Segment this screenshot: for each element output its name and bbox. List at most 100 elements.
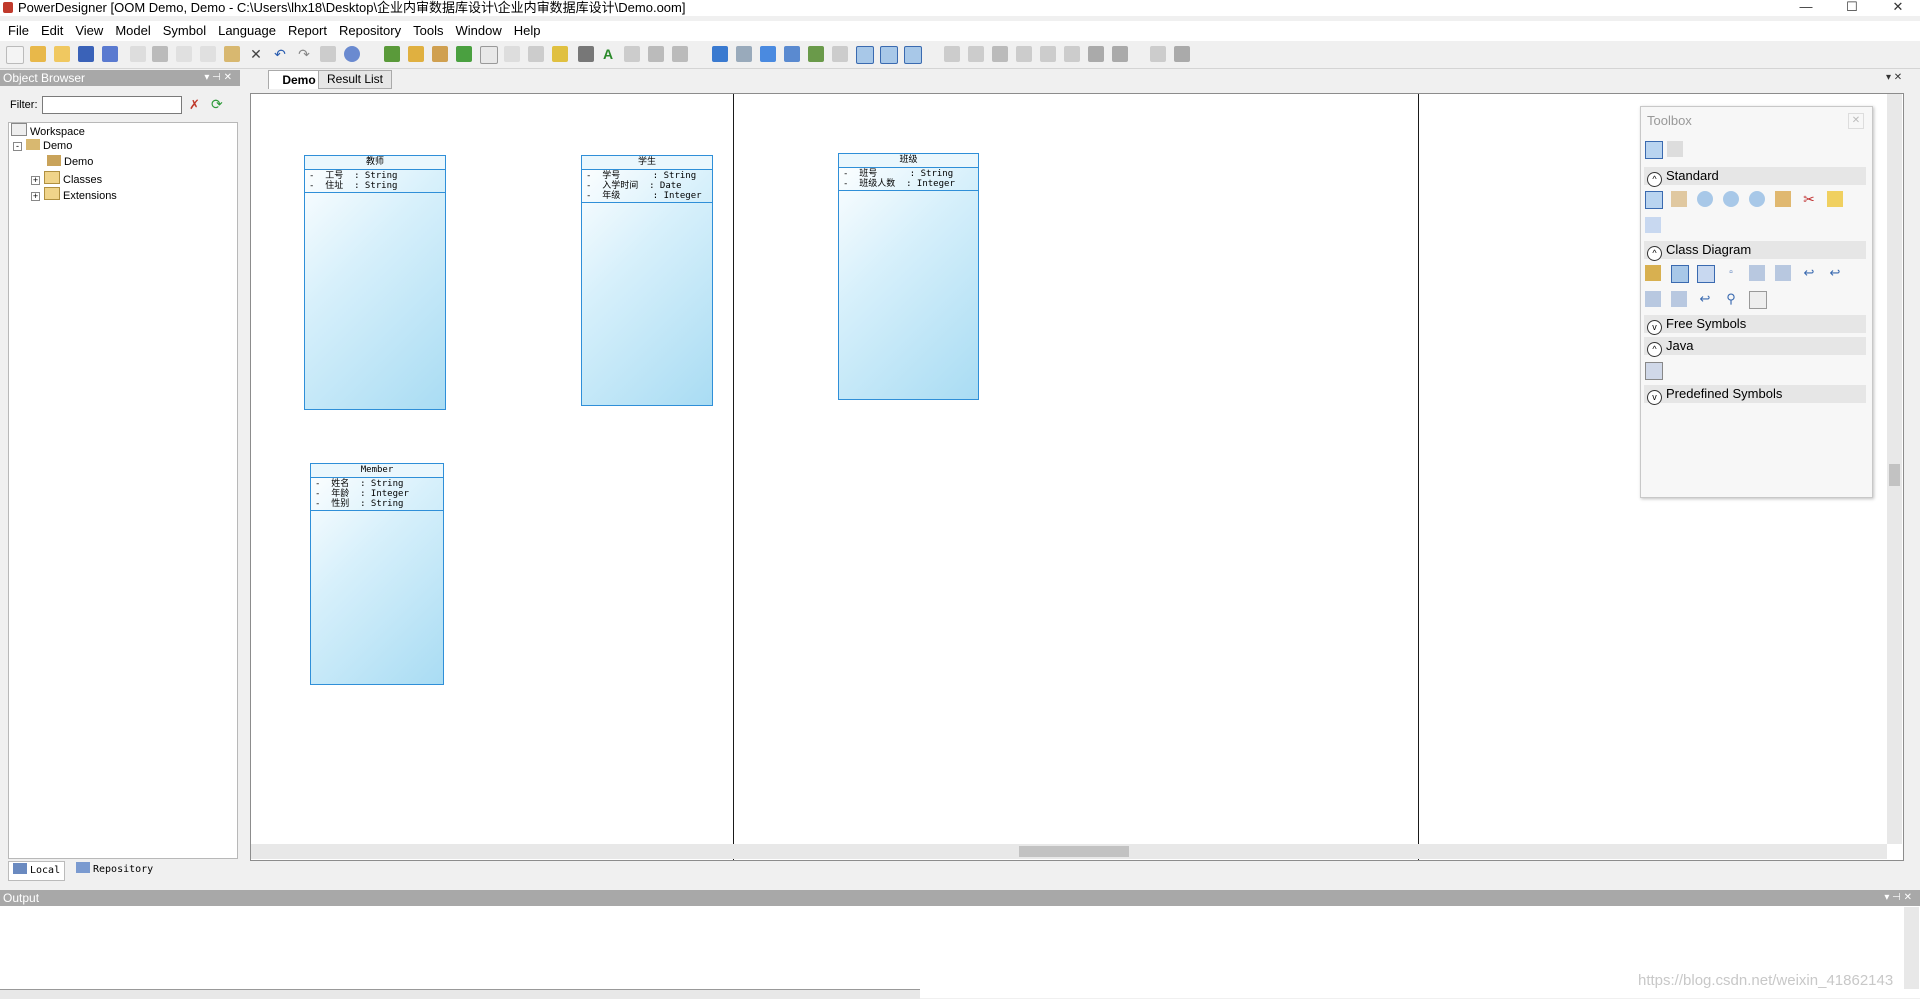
align-right-icon[interactable] [992,46,1008,62]
menu-report[interactable]: Report [282,21,333,41]
class-icon[interactable] [1671,265,1689,283]
menu-language[interactable]: Language [212,21,282,41]
delete-icon[interactable]: ✂ [1801,191,1817,207]
menu-edit[interactable]: Edit [35,21,69,41]
class-member[interactable]: Member - 姓名 : String - 年龄 : Integer - 性别 :… [310,463,444,685]
output-close-icon[interactable]: ▾ ⊣ ✕ [1884,890,1912,906]
align-icon[interactable] [624,46,640,62]
refresh-filter-icon[interactable]: ⟳ [211,97,223,111]
previous-view-icon[interactable] [832,46,848,62]
menu-help[interactable]: Help [508,21,547,41]
port-icon[interactable]: ▫ [1723,265,1739,281]
menu-model[interactable]: Model [109,21,156,41]
association-icon[interactable]: ↩ [1801,265,1817,281]
zoom-out-icon[interactable] [760,46,776,62]
tree-item-demo-model[interactable]: - Demo [13,139,72,153]
menu-tools[interactable]: Tools [407,21,449,41]
composition-icon[interactable] [1645,291,1661,307]
tab-local[interactable]: Local [8,861,66,881]
align-top-icon[interactable] [1016,46,1032,62]
align-center-icon[interactable] [968,46,984,62]
model-icon[interactable] [384,46,400,62]
browser-toggle-icon[interactable] [904,46,922,64]
delete-icon[interactable]: ✕ [248,46,264,62]
align-middle-icon[interactable] [1040,46,1056,62]
panel-close-icon[interactable]: ▾ ⊣ ✕ [204,70,232,86]
expand-icon[interactable]: + [31,192,40,201]
toolbox-toggle-icon[interactable] [880,46,898,64]
large-icons-view-icon[interactable] [1645,141,1663,159]
open-project-icon[interactable] [30,46,46,62]
same-width-icon[interactable] [1088,46,1104,62]
scrollbar-thumb[interactable] [1889,464,1900,486]
vertical-scrollbar[interactable] [1887,94,1902,844]
scrollbar-thumb[interactable] [1019,846,1129,857]
new-icon[interactable] [6,46,24,64]
output-vertical-scrollbar[interactable] [1904,907,1919,989]
properties-icon[interactable] [1775,191,1791,207]
fill-icon[interactable] [578,46,594,62]
class-student[interactable]: 学生 - 学号 : String - 入学时间 : Date - 年级 : Inte… [581,155,713,406]
generalization-icon[interactable] [1749,265,1765,281]
web-icon[interactable] [344,46,360,62]
print-preview-icon[interactable] [130,46,146,62]
package-icon[interactable] [1645,265,1661,281]
grid-icon[interactable] [528,46,544,62]
layout-icon[interactable] [504,46,520,62]
minimize-button[interactable]: — [1783,0,1829,16]
pointer-icon[interactable] [1645,191,1663,209]
tree-item-classes[interactable]: + Classes [31,171,102,187]
maximize-button[interactable]: ☐ [1829,0,1875,16]
section-standard[interactable]: ^ Standard [1644,167,1866,187]
tree-item-demo-diagram[interactable]: Demo [47,155,93,169]
bring-front-icon[interactable] [648,46,664,62]
class-banji[interactable]: 班级 - 班号 : String - 班级人数 : Integer [838,153,979,400]
view-all-icon[interactable] [808,46,824,62]
same-height-icon[interactable] [1112,46,1128,62]
tab-result-list[interactable]: Result List [318,70,392,89]
collapse-icon[interactable]: - [13,142,22,151]
print-icon[interactable] [152,46,168,62]
zoom-out-icon[interactable] [1723,191,1739,207]
view-page-icon[interactable] [784,46,800,62]
horizontal-scrollbar[interactable] [251,844,1887,859]
java-bean-icon[interactable] [1645,362,1663,380]
zoom-in-icon[interactable] [736,46,752,62]
pen-icon[interactable] [552,46,568,62]
expand-icon[interactable]: + [31,176,40,185]
align-bottom-icon[interactable] [1064,46,1080,62]
undo-icon[interactable]: ↶ [272,46,288,62]
refresh-icon[interactable] [456,46,472,62]
class-teacher[interactable]: 教师 - 工号 : String - 住址 : String [304,155,446,410]
clear-filter-icon[interactable]: ✗ [189,98,200,111]
link-icon[interactable] [1645,217,1661,233]
tabs-menu-icon[interactable]: ▾ ✕ [1886,72,1902,83]
inner-link-icon[interactable]: ↩ [1697,291,1713,307]
check-icon[interactable] [480,46,498,64]
list-view-icon[interactable] [1667,141,1683,157]
properties-icon[interactable] [320,46,336,62]
save-all-icon[interactable] [102,46,118,62]
redo-icon[interactable]: ↷ [296,46,312,62]
save-icon[interactable] [78,46,94,62]
zoom-icon[interactable] [712,46,728,62]
menu-view[interactable]: View [69,21,109,41]
note-icon[interactable] [1827,191,1843,207]
send-back-icon[interactable] [672,46,688,62]
menu-repository[interactable]: Repository [333,21,407,41]
close-button[interactable]: ✕ [1875,0,1920,16]
font-icon[interactable]: A [600,46,616,62]
tree-item-extensions[interactable]: + Extensions [31,187,117,203]
dependency-icon[interactable] [1671,291,1687,307]
zoom-in-icon[interactable] [1697,191,1713,207]
print-report-icon[interactable] [1174,46,1190,62]
paste-icon[interactable] [224,46,240,62]
grabber-icon[interactable] [1671,191,1687,207]
section-java[interactable]: ^ Java [1644,337,1866,357]
interface-icon[interactable] [1697,265,1715,283]
tab-repository[interactable]: Repository [72,861,157,879]
instance-link-icon[interactable]: ⚲ [1723,291,1739,307]
aggregation-icon[interactable]: ↩ [1827,265,1843,281]
menu-file[interactable]: File [2,21,35,41]
cut-icon[interactable] [176,46,192,62]
